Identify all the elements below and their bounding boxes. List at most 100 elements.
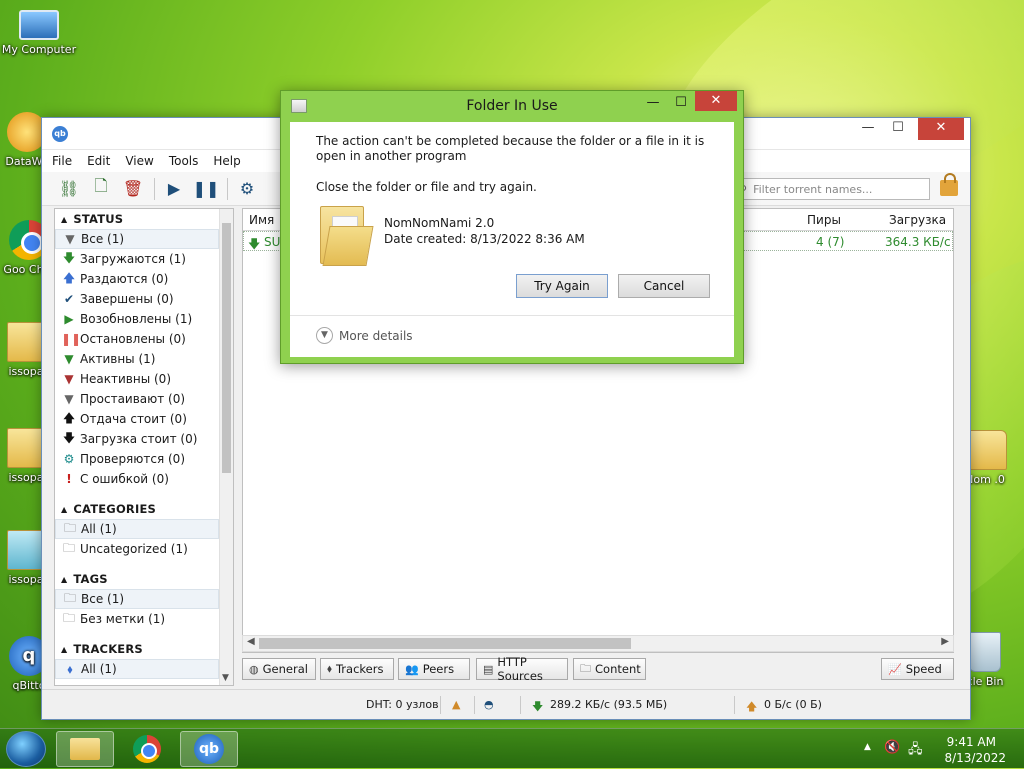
folder-icon: 🗀 bbox=[580, 661, 591, 675]
menu-view[interactable]: View bbox=[125, 154, 153, 168]
chevron-down-icon[interactable]: ▼ bbox=[222, 673, 229, 683]
categories-section-header[interactable]: ▲ CATEGORIES bbox=[55, 499, 233, 519]
dialog-instruction: Close the folder or file and try again. bbox=[316, 180, 537, 194]
filter-box: ⚲ bbox=[734, 178, 930, 200]
tab-speed[interactable]: 📈 Speed bbox=[881, 658, 954, 680]
upload-speed-status[interactable]: 0 Б/с (0 Б) bbox=[764, 698, 822, 711]
list-horizontal-scrollbar[interactable]: ◀ ▶ bbox=[242, 635, 954, 652]
dht-status: DHT: 0 узлов bbox=[366, 698, 439, 711]
category-all[interactable]: 🗀 All (1) bbox=[55, 519, 219, 539]
scrollbar-thumb[interactable] bbox=[222, 223, 231, 473]
tracker-all[interactable]: ⬧ All (1) bbox=[55, 659, 219, 679]
taskbar-qbittorrent-button[interactable]: qb bbox=[180, 731, 238, 767]
chevron-down-icon: ▼ bbox=[316, 327, 333, 344]
tab-http-sources[interactable]: ▤ HTTP Sources bbox=[476, 655, 568, 683]
minimize-button[interactable]: — bbox=[854, 118, 882, 140]
tab-content[interactable]: 🗀 Content bbox=[573, 658, 646, 680]
clock-date[interactable]: 8/13/2022 bbox=[944, 751, 1006, 765]
download-speed-status[interactable]: 289.2 КБ/с (93.5 МБ) bbox=[550, 698, 667, 711]
status-filter-all[interactable]: ▼ Все (1) bbox=[55, 229, 219, 249]
cancel-button[interactable]: Cancel bbox=[618, 274, 710, 298]
network-icon[interactable]: 🖧 bbox=[908, 740, 923, 762]
column-name-header[interactable]: Имя bbox=[249, 213, 274, 227]
tag-untagged[interactable]: 🗀 Без метки (1) bbox=[55, 609, 233, 629]
column-peers-header[interactable]: Пиры bbox=[807, 213, 841, 227]
recycle-bin-icon bbox=[969, 632, 1001, 672]
torrent-download-speed: 364.3 КБ/с bbox=[885, 235, 951, 249]
lock-icon[interactable] bbox=[940, 173, 958, 196]
options-button[interactable]: ⚙ bbox=[234, 176, 260, 202]
filter-icon: ▼ bbox=[64, 352, 74, 366]
maximize-button[interactable]: ☐ bbox=[884, 118, 912, 140]
folder-icon: 🗀 bbox=[63, 520, 76, 535]
collapse-triangle-icon: ▲ bbox=[61, 214, 68, 224]
more-details-toggle[interactable]: ▼ More details bbox=[316, 327, 413, 344]
trackers-section-header[interactable]: ▲ TRACKERS bbox=[55, 639, 233, 659]
qbittorrent-app-icon: qb bbox=[52, 126, 68, 142]
menu-file[interactable]: File bbox=[52, 154, 72, 168]
upload-arrow-icon: 🡅 bbox=[62, 270, 76, 285]
filter-torrent-input[interactable] bbox=[751, 181, 922, 197]
tab-peers[interactable]: 👥 Peers bbox=[398, 658, 470, 680]
maximize-button[interactable]: ☐ bbox=[669, 94, 693, 112]
delete-button[interactable]: 🗑 bbox=[120, 176, 146, 202]
tab-trackers[interactable]: ⬧ Trackers bbox=[320, 658, 394, 680]
connection-status-icon[interactable]: ▲ bbox=[452, 698, 460, 711]
tab-general[interactable]: ◍ General bbox=[242, 658, 316, 680]
status-filter-stalled-download[interactable]: 🡇 Загрузка стоит (0) bbox=[55, 429, 233, 449]
status-filter-active[interactable]: ▼ Активны (1) bbox=[55, 349, 233, 369]
status-filter-stalled[interactable]: ▼ Простаивают (0) bbox=[55, 389, 233, 409]
status-section-header[interactable]: ▲ STATUS bbox=[55, 209, 233, 229]
menu-edit[interactable]: Edit bbox=[87, 154, 110, 168]
pause-button[interactable]: ❚❚ bbox=[193, 176, 220, 202]
try-again-button[interactable]: Try Again bbox=[516, 274, 608, 298]
status-filter-errored[interactable]: ! С ошибкой (0) bbox=[55, 469, 233, 489]
add-torrent-file-button[interactable]: 🗋 bbox=[88, 176, 114, 202]
show-hidden-icons-chevron-icon[interactable]: ▲ bbox=[864, 742, 871, 752]
dialog-title: Folder In Use bbox=[466, 98, 558, 114]
column-download-header[interactable]: Загрузка bbox=[889, 213, 946, 227]
download-arrow-icon: 🡇 bbox=[532, 700, 544, 713]
status-filter-completed[interactable]: ✔ Завершены (0) bbox=[55, 289, 233, 309]
clock-time[interactable]: 9:41 AM bbox=[947, 735, 996, 749]
sidebar-scrollbar[interactable]: ▼ bbox=[219, 209, 233, 685]
dialog-titlebar[interactable]: Folder In Use — ☐ ✕ bbox=[281, 91, 743, 121]
status-filter-downloading[interactable]: 🡇 Загружаются (1) bbox=[55, 249, 233, 269]
tracker-icon: ⬧ bbox=[327, 662, 332, 675]
tags-section-header[interactable]: ▲ TAGS bbox=[55, 569, 233, 589]
system-tray: ▲ 🔇 🖧 9:41 AM 8/13/2022 bbox=[864, 729, 1024, 769]
close-button[interactable]: ✕ bbox=[918, 118, 964, 140]
status-filter-resumed[interactable]: ▶ Возобновлены (1) bbox=[55, 309, 233, 329]
folder-icon bbox=[320, 206, 374, 266]
toolbar-separator bbox=[154, 177, 155, 200]
resume-button[interactable]: ▶ bbox=[161, 176, 187, 202]
status-filter-seeding[interactable]: 🡅 Раздаются (0) bbox=[55, 269, 233, 289]
dialog-body: The action can't be completed because th… bbox=[290, 122, 734, 357]
volume-muted-icon[interactable]: 🔇 bbox=[884, 740, 900, 755]
status-filter-stalled-upload[interactable]: 🡅 Отдача стоит (0) bbox=[55, 409, 233, 429]
taskbar-chrome-button[interactable] bbox=[118, 731, 176, 767]
status-filter-inactive[interactable]: ▼ Неактивны (0) bbox=[55, 369, 233, 389]
menu-tools[interactable]: Tools bbox=[169, 154, 199, 168]
speedometer-icon[interactable]: ◓ bbox=[484, 698, 494, 711]
toolbar-separator bbox=[227, 177, 228, 200]
folder-date-created: Date created: 8/13/2022 8:36 AM bbox=[384, 232, 585, 246]
status-filter-checking[interactable]: ⚙ Проверяются (0) bbox=[55, 449, 233, 469]
minimize-button[interactable]: — bbox=[641, 94, 665, 112]
close-button[interactable]: ✕ bbox=[695, 91, 737, 111]
chevron-right-icon[interactable]: ▶ bbox=[941, 636, 949, 647]
scrollbar-thumb[interactable] bbox=[259, 638, 631, 649]
taskbar-explorer-button[interactable] bbox=[56, 731, 114, 767]
chevron-left-icon[interactable]: ◀ bbox=[247, 636, 255, 647]
collapse-triangle-icon: ▲ bbox=[61, 574, 68, 584]
category-uncategorized[interactable]: 🗀 Uncategorized (1) bbox=[55, 539, 233, 559]
desktop-icon-my-computer[interactable]: My Computer bbox=[0, 10, 78, 56]
tag-all[interactable]: 🗀 Все (1) bbox=[55, 589, 219, 609]
taskbar: qb ▲ 🔇 🖧 9:41 AM 8/13/2022 bbox=[0, 728, 1024, 768]
status-filter-paused[interactable]: ❚❚ Остановлены (0) bbox=[55, 329, 233, 349]
start-button[interactable] bbox=[6, 731, 46, 767]
download-arrow-icon: 🡇 bbox=[62, 430, 76, 445]
add-torrent-link-button[interactable]: ⛓ bbox=[56, 176, 82, 202]
menu-help[interactable]: Help bbox=[213, 154, 240, 168]
chrome-icon bbox=[133, 735, 161, 763]
